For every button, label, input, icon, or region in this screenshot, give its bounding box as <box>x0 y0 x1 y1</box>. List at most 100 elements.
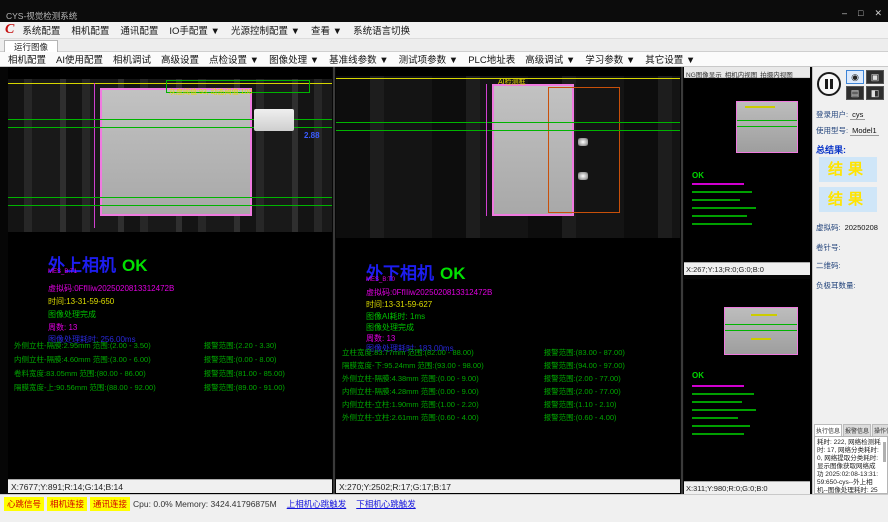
alarm-range-text: 报警范围:(2.20 - 3.30) <box>204 340 330 351</box>
pixel-coordinates-bar: X:270;Y:2502;R:17;G:17;B:17 <box>336 479 680 493</box>
log-output[interactable]: 耗时: 222, 网络检测耗时: 17, 网络分类耗时: 0, 网络提取分类耗时… <box>814 436 888 494</box>
camera-button[interactable]: ◉ <box>846 70 864 84</box>
snapshot-button[interactable]: ▣ <box>866 70 884 84</box>
measurement-row: 立柱宽度:83.77mm 范围:(82.00 - 88.00) 报警范围:(83… <box>342 347 678 358</box>
pause-button[interactable] <box>817 72 841 96</box>
camera-view-lower[interactable]: AI检测框 外下相机OK MES_B:T0 虚拟码:0FfIIiw2025020… <box>336 67 680 494</box>
tool-camera-config[interactable]: 相机配置 <box>8 52 46 66</box>
tool-advanced-debug[interactable]: 高级调试 ▼ <box>525 52 575 66</box>
overlay-line <box>94 83 95 228</box>
mes-status-label: MES_B:T1 <box>48 269 77 275</box>
menu-language-switch[interactable]: 系统语言切换 <box>353 23 410 37</box>
separator <box>681 67 683 494</box>
login-user-field: 登录用户:cys <box>816 109 886 120</box>
alarm-range-text: 报警范围:(2.00 - 77.00) <box>544 373 678 384</box>
tool-plc-address[interactable]: PLC地址表 <box>468 52 515 66</box>
camera-view-upper[interactable]: 灰度阈值:93, 动态阈值:100 2.88 外上相机OK MES_B:T1 虚… <box>8 67 332 494</box>
total-result-label: 总结果: <box>816 143 846 156</box>
preview-image <box>736 101 798 153</box>
measure-line <box>336 122 680 123</box>
tab-run-image[interactable]: 运行图像 <box>4 40 58 52</box>
preview-image <box>724 307 798 355</box>
camera-image-upper[interactable]: 灰度阈值:93, 动态阈值:100 2.88 <box>8 79 332 232</box>
measurement-text: 隔膜宽度-上:90.56mm 范围:(88.00 - 92.00) <box>14 382 204 393</box>
preview-coordinates-bar: X:267;Y:13;R:0;G:0;B:0 <box>684 262 810 275</box>
mes-status-label: MES_B:T0 <box>366 277 395 283</box>
menu-view[interactable]: 查看 ▼ <box>311 23 342 37</box>
highlight-spot <box>578 172 588 180</box>
tool-test-params[interactable]: 测试项参数 ▼ <box>399 52 459 66</box>
menu-comm-config[interactable]: 通讯配置 <box>120 23 158 37</box>
preview-tabs: NG图像显示 相机内视图 拍摄内视图 <box>684 67 810 78</box>
menu-light-config[interactable]: 光源控制配置 ▼ <box>231 23 300 37</box>
qr-code-field: 二维码: <box>816 260 886 271</box>
snapshot-icon: ▣ <box>871 72 880 82</box>
overlay-mark <box>751 314 777 316</box>
connector-part <box>254 109 294 131</box>
measurement-text: 隔膜宽度-下:95.24mm 范围:(93.00 - 98.00) <box>342 360 544 371</box>
tabstrip: 运行图像 <box>0 39 888 52</box>
gray-value-label: 2.88 <box>304 131 320 140</box>
settings-button[interactable]: ▤ <box>846 86 864 100</box>
total-result-box-2: 结果 <box>819 187 877 212</box>
virtual-barcode-value: 20250208 <box>843 223 880 232</box>
window-title: CYS-视觉检测系统 <box>6 10 77 22</box>
app-logo-icon: C <box>5 22 14 38</box>
camera-icon: ◉ <box>851 72 859 82</box>
tool-baseline-params[interactable]: 基准线参数 ▼ <box>329 52 389 66</box>
measurement-row: 外侧立柱-立柱:2.61mm 范围:(0.60 - 4.00) 报警范围:(0.… <box>342 412 678 423</box>
preview-column: NG图像显示 相机内视图 拍摄内视图 OK X:267;Y:13;R:0;G:0… <box>684 67 810 494</box>
preview-lower[interactable]: OK X:311;Y:980;R:0;G:0;B:0 <box>684 279 810 494</box>
measurement-row: 内侧立柱-隔膜:4.60mm 范围:(3.00 - 6.00) 报警范围:(0.… <box>14 354 330 365</box>
model-label: 使用型号: <box>816 126 848 135</box>
measurement-row: 外侧立柱-隔膜:2.95mm 范围:(2.00 - 3.50) 报警范围:(2.… <box>14 340 330 351</box>
preview-tab-inner-view[interactable]: 相机内视图 <box>725 67 758 77</box>
measure-line <box>737 120 797 121</box>
preview-ok-label: OK <box>692 171 704 180</box>
heartbeat-status-badge: 心跳信号 <box>4 497 44 511</box>
tool-spot-check[interactable]: 点检设置 ▼ <box>209 52 259 66</box>
display-button[interactable]: ◧ <box>866 86 884 100</box>
tool-camera-debug[interactable]: 相机调试 <box>113 52 151 66</box>
measurement-text: 内侧立柱-立柱:1.90mm 范围:(1.00 - 2.20) <box>342 399 544 410</box>
alarm-range-text: 报警范围:(89.00 - 91.00) <box>204 382 330 393</box>
close-icon[interactable]: ✕ <box>874 8 882 19</box>
maximize-icon[interactable]: □ <box>858 8 863 19</box>
tool-other-settings[interactable]: 其它设置 ▼ <box>645 52 695 66</box>
micro-text-line <box>692 393 754 395</box>
tool-image-processing[interactable]: 图像处理 ▼ <box>269 52 319 66</box>
measurement-row: 内侧立柱-隔膜:4.28mm 范围:(0.00 - 9.00) 报警范围:(2.… <box>342 386 678 397</box>
tool-learning-params[interactable]: 学习参数 ▼ <box>585 52 635 66</box>
camera-image-lower[interactable]: AI检测框 <box>336 76 680 238</box>
cpu-memory-status: Cpu: 0.0% Memory: 3424.41796875M <box>133 499 277 509</box>
micro-text-line <box>692 401 742 403</box>
measurement-row: 隔膜宽度-下:95.24mm 范围:(93.00 - 98.00) 报警范围:(… <box>342 360 678 371</box>
menu-system-config[interactable]: 系统配置 <box>22 23 60 37</box>
lower-camera-heartbeat-link[interactable]: 下相机心跳触发 <box>356 498 416 510</box>
panel-button-grid: ◉ ▣ ▤ ◧ <box>846 70 884 100</box>
model-value[interactable]: Model1 <box>850 126 879 136</box>
measure-line <box>8 197 332 198</box>
menu-camera-config[interactable]: 相机配置 <box>71 23 109 37</box>
preview-upper[interactable]: OK X:267;Y:13;R:0;G:0;B:0 <box>684 79 810 275</box>
log-scrollbar[interactable] <box>883 442 886 462</box>
barcode-line: 虚拟码:0FfIIiw2025020813312472B <box>366 287 492 298</box>
login-user-value[interactable]: cys <box>850 110 865 120</box>
measurement-text: 外侧立柱-隔膜:4.38mm 范围:(0.00 - 9.00) <box>342 373 544 384</box>
total-result-box-1: 结果 <box>819 157 877 182</box>
needle-number-field: 卷针号: <box>816 242 886 253</box>
comm-connect-badge: 通讯连接 <box>90 497 130 511</box>
preview-tab-ng[interactable]: NG图像显示 <box>686 67 722 77</box>
preview-tab-capture-view[interactable]: 拍摄内视图 <box>760 67 793 77</box>
menu-io-config[interactable]: IO手配置 ▼ <box>169 23 220 37</box>
tool-advanced-settings[interactable]: 高级设置 <box>161 52 199 66</box>
model-field: 使用型号:Model1 <box>816 125 886 136</box>
result-ok-label: OK <box>122 256 148 275</box>
measurement-text: 外侧立柱-隔膜:2.95mm 范围:(2.00 - 3.50) <box>14 340 204 351</box>
upper-camera-heartbeat-link[interactable]: 上相机心跳触发 <box>287 498 347 510</box>
highlight-spot <box>578 138 588 146</box>
cycle-line: 周数: 13 <box>48 322 77 333</box>
minimize-icon[interactable]: – <box>842 8 847 19</box>
measurement-row: 卷料宽度:83.05mm 范围:(80.00 - 86.00) 报警范围:(81… <box>14 368 330 379</box>
tool-ai-config[interactable]: AI使用配置 <box>56 52 103 66</box>
